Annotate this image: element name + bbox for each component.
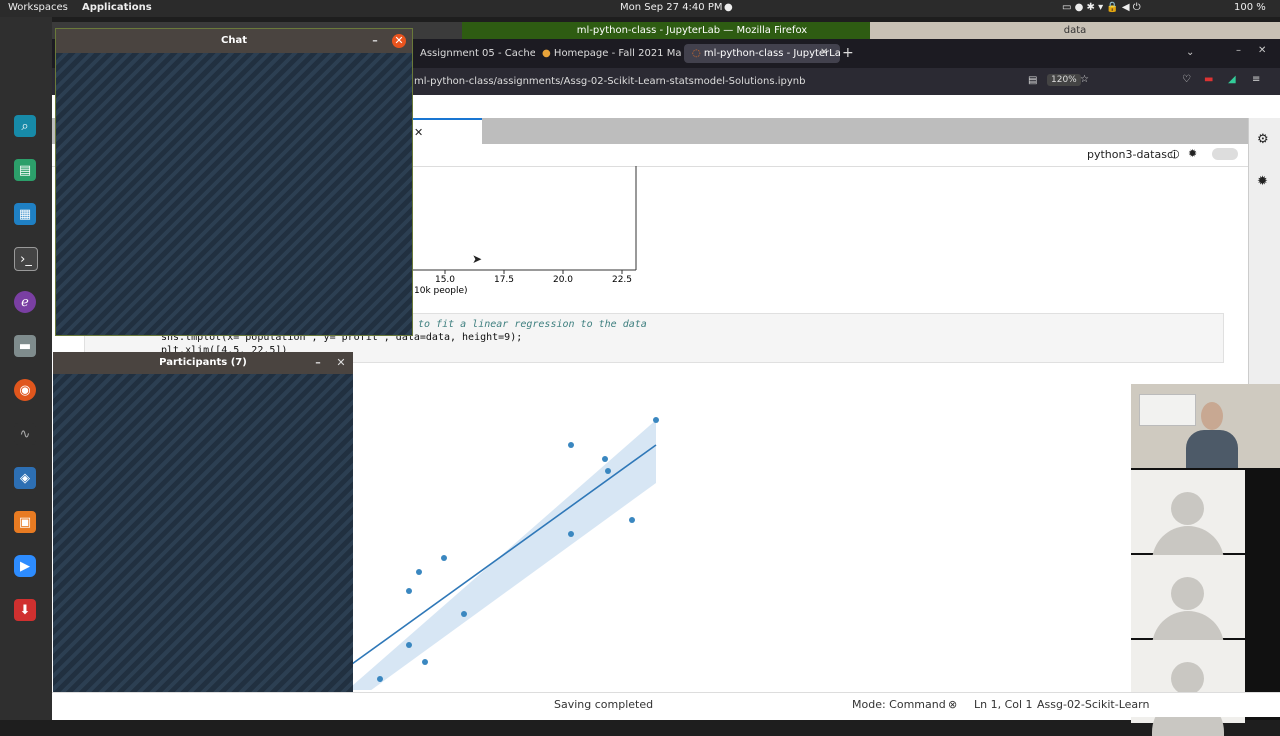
- close-icon[interactable]: ✕: [334, 356, 348, 370]
- participants-title: Participants (7): [159, 357, 247, 368]
- zoom-icon[interactable]: ▶: [14, 555, 36, 577]
- notification-icon[interactable]: ⊗: [948, 698, 957, 711]
- reader-view-icon[interactable]: ▤: [1028, 75, 1037, 86]
- new-tab-icon[interactable]: +: [842, 45, 854, 61]
- whiteboard: [1139, 394, 1196, 426]
- tab-assignment[interactable]: Assignment 05 - Cache Mem: [412, 44, 535, 63]
- participants-content: [53, 374, 353, 709]
- data-point: [406, 588, 412, 594]
- close-window-icon[interactable]: ✕: [1258, 45, 1266, 56]
- data-point: [416, 569, 422, 575]
- participant-tile[interactable]: [1131, 470, 1245, 566]
- chat-title: Chat: [221, 35, 247, 46]
- chat-title-bar[interactable]: Chat – ✕: [56, 29, 412, 53]
- software-icon[interactable]: ▣: [14, 511, 36, 533]
- minimize-window-icon[interactable]: –: [1236, 45, 1241, 56]
- data-point: [377, 676, 383, 682]
- extension2-icon[interactable]: ◢: [1228, 74, 1236, 85]
- window-icon[interactable]: ▤: [14, 159, 36, 181]
- data-point: [568, 531, 574, 537]
- pocket-icon[interactable]: ♡: [1182, 74, 1191, 85]
- kernel-status-icon: ○: [1170, 147, 1180, 160]
- cursor-position[interactable]: Ln 1, Col 1: [974, 698, 1033, 711]
- axis-label: 10k people): [414, 286, 468, 296]
- bookmark-star-icon[interactable]: ☆: [1080, 74, 1089, 85]
- data-point: [653, 417, 659, 423]
- tick-label: 20.0: [553, 275, 573, 285]
- close-tab-icon[interactable]: ✕: [820, 47, 828, 58]
- system-top-bar: Workspaces Applications Mon Sep 27 4:40 …: [0, 0, 1280, 17]
- workspaces-menu[interactable]: Workspaces: [8, 2, 68, 13]
- avatar: [1171, 492, 1204, 525]
- save-status: Saving completed: [554, 698, 654, 711]
- minimize-icon[interactable]: –: [311, 356, 325, 370]
- person-body: [1186, 430, 1238, 468]
- regression-line: [351, 444, 657, 665]
- debug-icon[interactable]: ✹: [1188, 147, 1197, 160]
- debugger-icon[interactable]: ✹: [1257, 174, 1268, 189]
- participant-tile[interactable]: [1131, 555, 1245, 651]
- kernel-name[interactable]: python3-datasci: [1087, 148, 1176, 161]
- battery-level[interactable]: 100 %: [1234, 2, 1266, 13]
- emacs-icon[interactable]: ℯ: [14, 291, 36, 313]
- chat-content: [56, 53, 412, 335]
- tab-jupyterlab[interactable]: ◌ ml-python-class - JupyterLab: [684, 44, 840, 63]
- data-point: [605, 468, 611, 474]
- tick-label: 17.5: [494, 275, 514, 285]
- download-icon[interactable]: ⬇: [14, 599, 36, 621]
- search-icon[interactable]: ⌕: [14, 115, 36, 137]
- folder-icon[interactable]: ▬: [14, 335, 36, 357]
- list-tabs-icon[interactable]: ⌄: [1186, 47, 1194, 58]
- participants-title-bar[interactable]: Participants (7) – ✕: [53, 352, 353, 374]
- participants-window: Participants (7) – ✕: [53, 352, 353, 709]
- clock[interactable]: Mon Sep 27 4:40 PM: [620, 2, 723, 13]
- file-name: Assg-02-Scikit-Learn: [1037, 698, 1150, 711]
- data-point: [629, 517, 635, 523]
- notification-dot-icon: ●: [724, 2, 733, 13]
- chat-window: Chat – ✕: [55, 28, 413, 336]
- presenter-video[interactable]: [1131, 384, 1280, 468]
- data-point: [568, 442, 574, 448]
- code-comment: to fit a linear regression to the data: [418, 319, 647, 330]
- app-icon[interactable]: ∿: [14, 423, 36, 445]
- apps-grid-icon[interactable]: ▦: [14, 203, 36, 225]
- property-inspector-icon[interactable]: ⚙: [1257, 132, 1269, 147]
- person-head: [1201, 402, 1223, 430]
- menu-icon[interactable]: ≡: [1252, 74, 1260, 85]
- data-point: [602, 456, 608, 462]
- applications-menu[interactable]: Applications: [82, 2, 152, 13]
- tick-label: 15.0: [435, 275, 455, 285]
- avatar: [1171, 577, 1204, 610]
- tick-label: 22.5: [612, 275, 632, 285]
- data-point: [406, 642, 412, 648]
- close-notebook-icon[interactable]: ✕: [414, 126, 423, 139]
- data-point: [441, 555, 447, 561]
- other-window-title[interactable]: data: [870, 22, 1280, 39]
- tab-favicon-icon: ●: [542, 48, 551, 59]
- url-text[interactable]: ml-python-class/assignments/Assg-02-Scik…: [414, 76, 805, 87]
- minimize-icon[interactable]: –: [368, 34, 382, 48]
- window-title[interactable]: ml-python-class - JupyterLab — Mozilla F…: [462, 22, 922, 39]
- extension-icon[interactable]: ▬: [1204, 74, 1213, 85]
- status-bar: Saving completed Mode: Command ⊗ Ln 1, C…: [52, 692, 1280, 717]
- application-dock: ⌕ ▤ ▦ ›_ ℯ ▬ ◉ ∿ ◈ ▣ ▶ ⬇: [0, 17, 52, 720]
- notebook-mode[interactable]: Mode: Command: [852, 698, 946, 711]
- previous-plot-fragment: 15.0 17.5 20.0 22.5 10k people): [412, 166, 637, 296]
- mouse-cursor-icon: ➤: [472, 252, 483, 266]
- avatar: [1171, 662, 1204, 695]
- tab-favicon-icon: ◌: [692, 48, 701, 59]
- debugger-toggle[interactable]: [1212, 148, 1238, 160]
- data-point: [461, 611, 467, 617]
- data-point: [422, 659, 428, 665]
- tab-homepage[interactable]: ● Homepage - Fall 2021 Machi: [534, 44, 682, 63]
- terminal-icon[interactable]: ›_: [14, 247, 38, 271]
- tray-icons[interactable]: ▭ ● ✱ ▾ 🔒 ◀ ⏻: [1062, 2, 1141, 13]
- firefox-icon[interactable]: ◉: [14, 379, 36, 401]
- close-icon[interactable]: ✕: [392, 34, 406, 48]
- virtualbox-icon[interactable]: ◈: [14, 467, 36, 489]
- zoom-level[interactable]: 120%: [1047, 74, 1081, 86]
